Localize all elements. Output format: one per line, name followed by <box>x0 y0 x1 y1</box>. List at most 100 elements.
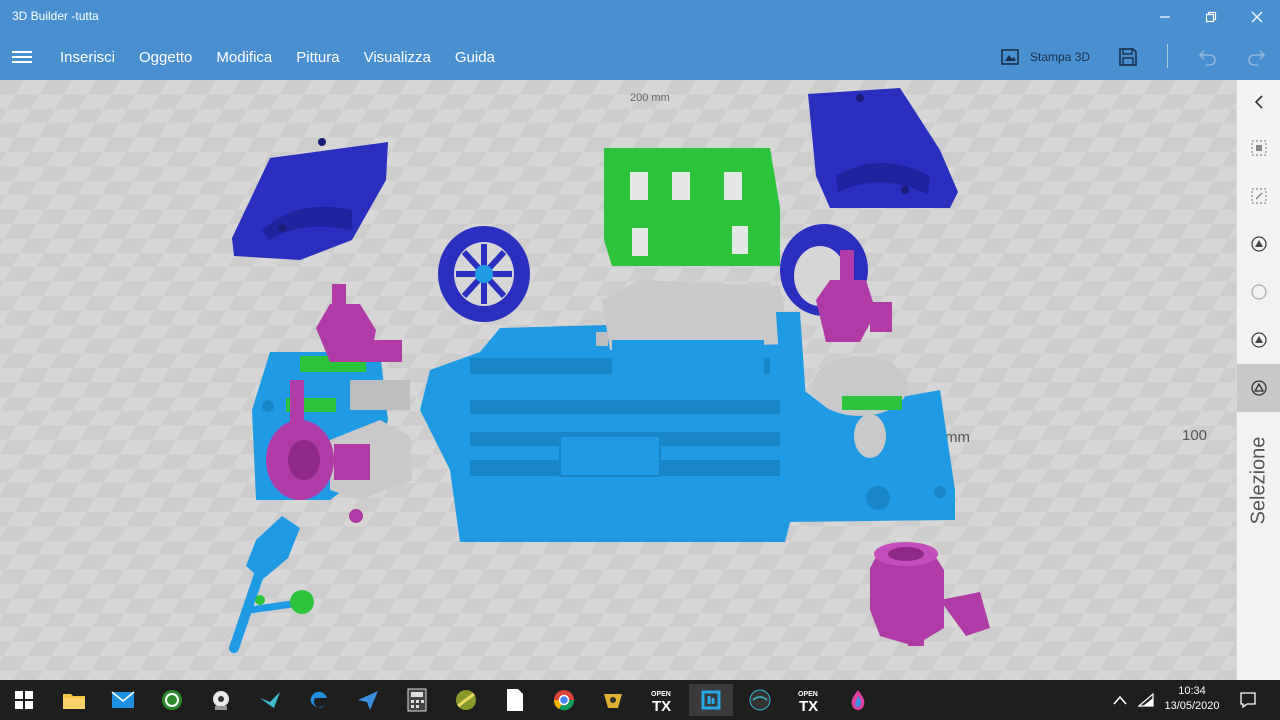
windows-logo-icon <box>15 691 33 709</box>
taskbar-chrome[interactable] <box>542 684 586 716</box>
select-faces-icon <box>1251 188 1267 204</box>
action-center-button[interactable] <box>1226 684 1270 716</box>
taskbar-ball-app[interactable] <box>444 684 488 716</box>
folder-icon <box>63 694 85 709</box>
taskbar-notepad[interactable] <box>493 684 537 716</box>
redo-icon <box>1248 50 1266 66</box>
notepad-icon <box>507 689 523 711</box>
opentx-icon: OPENTX <box>651 691 671 713</box>
toolbar-separator <box>1167 44 1168 68</box>
select-edges-icon <box>1251 236 1267 252</box>
menu-item-inserisci[interactable]: Inserisci <box>60 49 115 66</box>
ruler-top-label: 200 mm <box>630 92 670 104</box>
notification-icon <box>1240 692 1256 709</box>
window-title: 3D Builder -tutta <box>12 9 99 23</box>
wifi-icon <box>1137 692 1154 707</box>
taskbar-clock[interactable]: 10:34 13/05/2020 <box>1160 684 1224 714</box>
undo-icon <box>1198 50 1216 66</box>
close-button[interactable] <box>1234 0 1280 34</box>
menu-items: Inserisci Oggetto Modifica Pittura Visua… <box>60 34 519 80</box>
svg-text:OPEN: OPEN <box>798 691 818 698</box>
calculator-icon <box>407 688 427 712</box>
print-3d-label: Stampa 3D <box>1030 50 1091 64</box>
windows-taskbar: OPEN TX OPEN TX 10:34 13/05/2020 <box>0 680 1280 720</box>
select-none-button[interactable] <box>1247 280 1271 304</box>
paper-plane-icon <box>358 691 378 710</box>
chevron-left-icon <box>1254 95 1263 109</box>
close-icon <box>1251 11 1263 23</box>
chrome-icon <box>553 690 575 711</box>
select-objects-icon <box>1251 140 1267 156</box>
scene-canvas: 200 mm 10 mm 100 <box>0 80 1236 680</box>
opentx-icon-2: OPENTX <box>798 691 818 713</box>
selection-panel-label: Selezione <box>1247 436 1270 524</box>
taskbar-game-app[interactable] <box>591 684 635 716</box>
selection-triangle-icon <box>1251 380 1267 396</box>
wifi-status-button[interactable] <box>1128 684 1164 716</box>
xbox-icon <box>162 690 182 710</box>
menu-item-pittura[interactable]: Pittura <box>296 49 339 66</box>
taskbar-opentx-companion[interactable]: OPEN TX <box>640 684 684 716</box>
taskbar-calculator[interactable] <box>395 684 439 716</box>
right-side-panel: Selezione <box>1236 80 1280 680</box>
select-objects-button[interactable] <box>1247 136 1271 160</box>
undo-button[interactable] <box>1195 44 1221 70</box>
minimize-button[interactable] <box>1142 0 1188 34</box>
blue-wheel-left[interactable] <box>438 226 530 322</box>
select-faces-button[interactable] <box>1247 184 1271 208</box>
ruler-right-unit: mm <box>945 429 970 446</box>
media-player-icon <box>213 691 229 710</box>
restore-icon <box>1205 11 1217 23</box>
chevron-up-icon <box>1113 695 1127 705</box>
menu-bar: Inserisci Oggetto Modifica Pittura Visua… <box>0 34 1280 80</box>
restore-button[interactable] <box>1188 0 1234 34</box>
menu-item-guida[interactable]: Guida <box>455 49 495 66</box>
menu-item-visualizza[interactable]: Visualizza <box>364 49 431 66</box>
title-bar: 3D Builder -tutta <box>0 0 1280 34</box>
taskbar-file-explorer[interactable] <box>52 684 96 716</box>
edge-icon <box>310 691 327 708</box>
select-vertices-button[interactable] <box>1247 328 1271 352</box>
ball-icon <box>456 690 476 710</box>
circle-outline-icon <box>1251 284 1267 300</box>
taskbar-mail[interactable] <box>101 684 145 716</box>
printer-3d-icon <box>1001 49 1019 65</box>
svg-text:TX: TX <box>652 698 671 713</box>
taskbar-lens-app[interactable] <box>738 684 782 716</box>
taskbar-media-player[interactable] <box>199 684 243 716</box>
taskbar-3d-builder[interactable] <box>689 684 733 716</box>
hamburger-menu-icon[interactable] <box>12 48 32 66</box>
selection-mode-button[interactable] <box>1247 376 1271 400</box>
taskbar-paint-app[interactable] <box>836 684 880 716</box>
lens-icon <box>749 689 771 711</box>
save-icon <box>1119 48 1137 66</box>
menu-item-modifica[interactable]: Modifica <box>216 49 272 66</box>
minimize-icon <box>1160 16 1170 18</box>
print-3d-button[interactable]: Stampa 3D <box>1000 44 1090 70</box>
paint-drop-icon <box>851 690 865 710</box>
taskbar-edge[interactable] <box>297 684 341 716</box>
grey-motor[interactable] <box>596 280 790 396</box>
select-edges-button[interactable] <box>1247 232 1271 256</box>
taskbar-bird-app[interactable] <box>248 684 292 716</box>
collapse-panel-button[interactable] <box>1247 90 1271 114</box>
3d-viewport[interactable]: 200 mm 10 mm 100 <box>0 80 1236 680</box>
taskbar-xbox[interactable] <box>150 684 194 716</box>
clock-date: 13/05/2020 <box>1164 700 1220 712</box>
svg-text:TX: TX <box>799 698 818 713</box>
bird-icon <box>260 692 280 708</box>
green-battery-frame[interactable] <box>604 148 780 266</box>
taskbar-opentx-companion-2[interactable]: OPEN TX <box>787 684 831 716</box>
mail-icon <box>111 691 135 708</box>
taskbar-paper-plane-app[interactable] <box>346 684 390 716</box>
windows-start-button[interactable] <box>2 684 46 716</box>
selection-mode-active[interactable] <box>1237 364 1280 412</box>
save-button[interactable] <box>1115 44 1141 70</box>
ruler-right-value: 100 <box>1182 427 1207 444</box>
clock-time: 10:34 <box>1178 685 1206 697</box>
svg-text:OPEN: OPEN <box>651 691 671 698</box>
3d-builder-icon <box>701 690 721 710</box>
select-vertices-icon <box>1251 332 1267 348</box>
menu-item-oggetto[interactable]: Oggetto <box>139 49 192 66</box>
redo-button[interactable] <box>1243 44 1269 70</box>
